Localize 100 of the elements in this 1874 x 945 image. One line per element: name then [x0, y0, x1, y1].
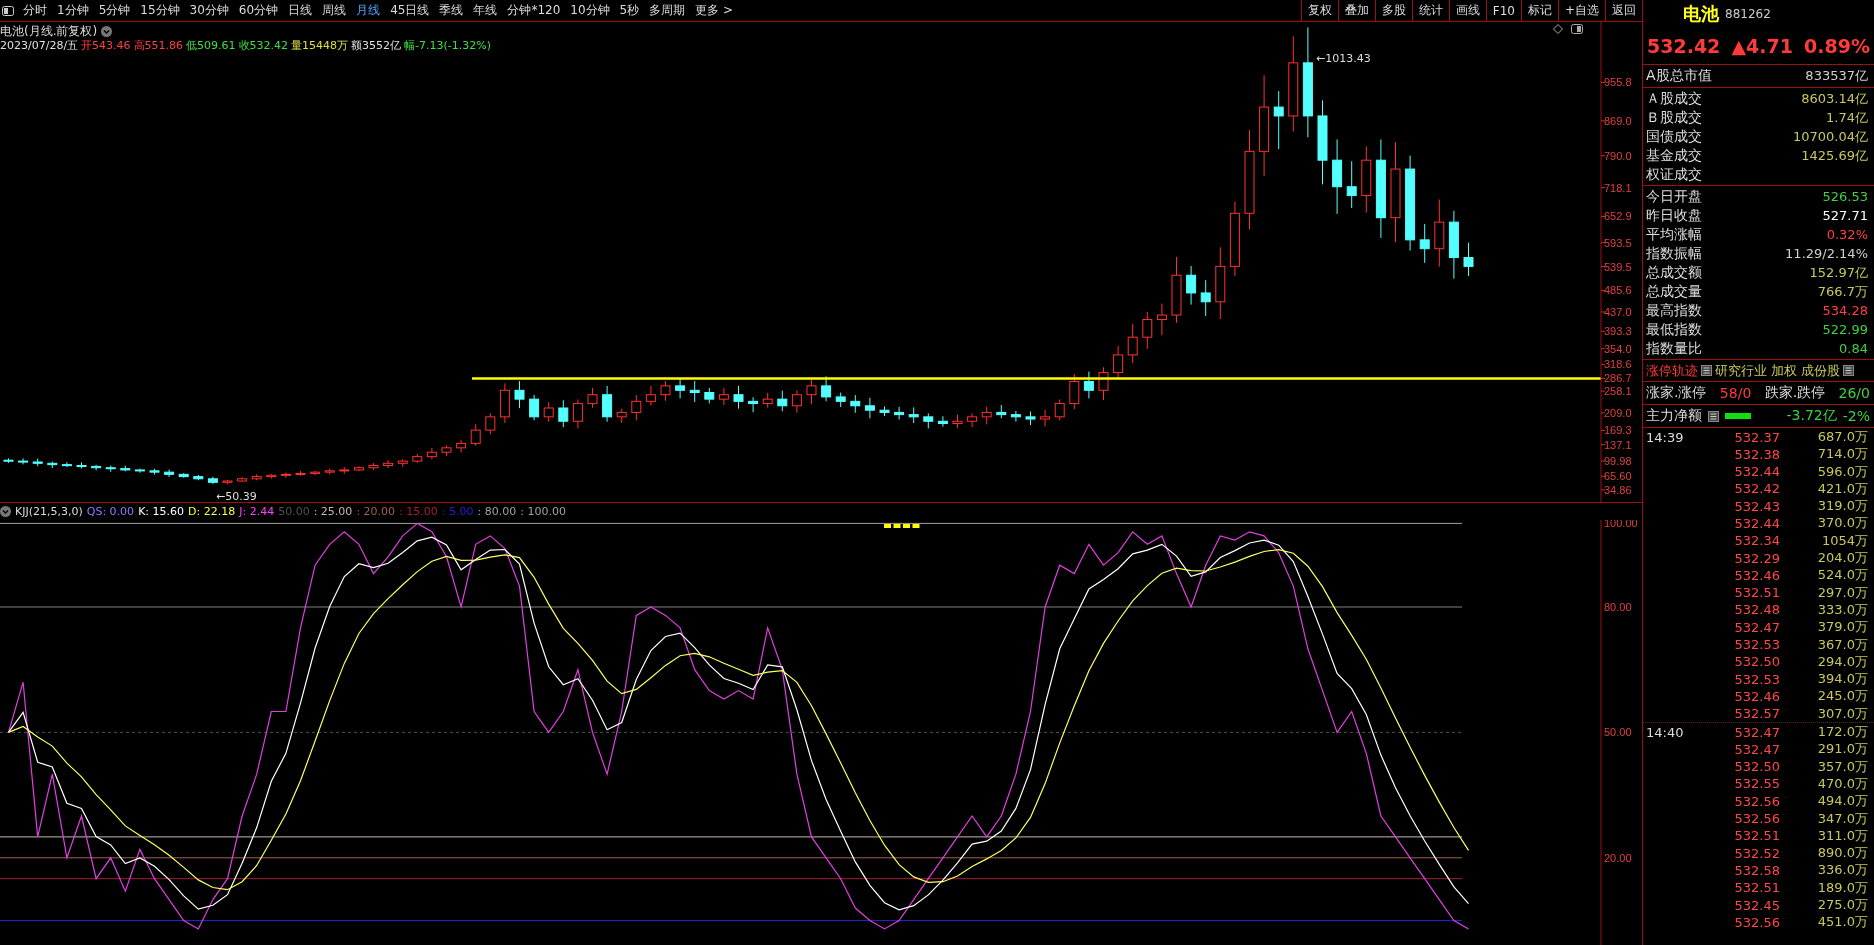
dropdown-icon[interactable]	[101, 26, 113, 37]
quote-value: 幅-7.13(-1.32%)	[404, 38, 492, 53]
panel-toggle-icon[interactable]	[1571, 24, 1583, 34]
period-tab[interactable]: 5分钟	[93, 0, 136, 21]
price-axis-label: 354.0	[1604, 342, 1632, 355]
candle	[1200, 279, 1211, 317]
tick-price: 532.47	[1734, 619, 1780, 635]
candle	[1463, 242, 1474, 277]
stat-label: 跌家.跌停	[1764, 384, 1826, 402]
toolbar-button[interactable]: 统计	[1411, 0, 1449, 21]
tick-volume: 451.0万	[1817, 913, 1868, 932]
tick-price: 532.56	[1734, 811, 1780, 827]
tick-price: 532.51	[1734, 828, 1780, 844]
period-tab[interactable]: 更多 >	[690, 0, 739, 21]
candle	[529, 394, 540, 421]
indicator-name: KJJ(21,5,3,0)	[15, 505, 83, 518]
indicator-value: : 25.00	[313, 505, 353, 518]
diamond-icon[interactable]	[1553, 24, 1563, 34]
panel-toggle-icon[interactable]	[2, 5, 14, 16]
tick-volume: 890.0万	[1817, 844, 1868, 863]
toolbar-button[interactable]: 复权	[1300, 0, 1338, 21]
indicator-axis-label: 80.00	[1604, 601, 1632, 613]
candle	[631, 394, 642, 421]
research-links[interactable]: 研究行业 加权 成份股	[1715, 361, 1841, 380]
limit-track-link[interactable]: 涨停轨迹	[1646, 361, 1698, 380]
period-tab[interactable]: 45日线	[385, 0, 435, 21]
candle	[660, 380, 671, 402]
period-tab[interactable]: 周线	[317, 0, 352, 21]
tick-price: 532.42	[1734, 481, 1780, 497]
toolbar-button[interactable]: F10	[1485, 0, 1521, 21]
stat-label: 国债成交	[1646, 127, 1702, 146]
stat-label: 总成交额	[1646, 263, 1702, 282]
tick-price: 532.46	[1734, 688, 1780, 704]
price-axis-label: 169.3	[1604, 424, 1632, 437]
indicator-value: QS: 0.00	[86, 505, 135, 518]
list-icon[interactable]	[1708, 410, 1719, 422]
tick-price: 532.37	[1734, 429, 1780, 445]
toolbar-button[interactable]: +自选	[1557, 0, 1605, 21]
price-axis-label: 539.5	[1604, 260, 1632, 273]
stat-label: 主力净额	[1646, 407, 1702, 425]
period-tab[interactable]: 5秒	[614, 0, 645, 21]
candle	[689, 380, 700, 403]
tick-time: 14:40	[1646, 724, 1685, 740]
candle	[412, 453, 423, 464]
candle	[339, 466, 350, 475]
tick-volume: 379.0万	[1817, 618, 1868, 637]
tick-volume: 394.0万	[1817, 670, 1868, 689]
tick-volume: 275.0万	[1817, 896, 1868, 914]
stat-value: 766.7万	[1817, 282, 1868, 301]
stat-label: 昨日收盘	[1646, 206, 1702, 225]
candle	[996, 404, 1007, 419]
candle	[762, 392, 773, 409]
period-tab[interactable]: 30分钟	[184, 0, 234, 21]
toolbar-button[interactable]: 标记	[1520, 0, 1558, 21]
period-tab[interactable]: 60分钟	[233, 0, 284, 21]
candle	[18, 457, 29, 465]
price-axis-label: 318.6	[1604, 358, 1632, 371]
candle	[1083, 371, 1094, 399]
period-tab[interactable]: 分时	[18, 0, 52, 21]
stat-value: -3.72亿	[1786, 407, 1837, 425]
period-tab[interactable]: 10分钟	[565, 0, 615, 21]
period-tab[interactable]: 月线	[351, 0, 386, 21]
candle	[61, 461, 72, 468]
period-tab[interactable]: 日线	[283, 0, 318, 21]
price-axis-label: 869.0	[1604, 114, 1632, 127]
candle	[266, 473, 277, 480]
toolbar-button[interactable]: 叠加	[1337, 0, 1375, 21]
tick-volume: 333.0万	[1817, 600, 1868, 619]
period-tab[interactable]: 分钟*120	[502, 0, 566, 21]
candle	[718, 387, 729, 406]
list-icon[interactable]	[1701, 365, 1712, 376]
index-name: 电池	[1683, 2, 1719, 26]
tick-volume: 357.0万	[1817, 757, 1868, 776]
tick-volume: 524.0万	[1817, 566, 1868, 585]
tick-price: 532.56	[1734, 914, 1780, 930]
tick-price: 532.56	[1734, 793, 1780, 809]
dropdown-icon[interactable]	[0, 506, 11, 517]
toolbar-button[interactable]: 多股	[1374, 0, 1412, 21]
toolbar-button[interactable]: 返回	[1605, 0, 1642, 21]
candle	[1361, 145, 1372, 214]
tick-volume: 687.0万	[1817, 428, 1868, 446]
indicator-value: : 5.00	[441, 505, 474, 518]
period-tab[interactable]: 1分钟	[52, 0, 94, 21]
tick-volume: 494.0万	[1817, 792, 1868, 811]
toolbar-button[interactable]: 画线	[1448, 0, 1486, 21]
quote-value: 额3552亿	[351, 38, 402, 53]
period-tab[interactable]: 多周期	[644, 0, 691, 21]
candle	[324, 468, 335, 475]
tick-price: 532.53	[1734, 637, 1780, 653]
period-tab[interactable]: 季线	[434, 0, 469, 21]
period-tab[interactable]: 年线	[468, 0, 503, 21]
candle	[1098, 366, 1109, 401]
price-axis-label: 137.1	[1604, 438, 1632, 451]
stat-value: 522.99	[1822, 322, 1868, 337]
list-icon[interactable]	[1843, 365, 1855, 376]
tick-volume: 311.0万	[1817, 826, 1868, 845]
candle	[981, 406, 992, 425]
period-tab[interactable]: 15分钟	[135, 0, 185, 21]
candle	[748, 396, 759, 413]
candle	[572, 399, 583, 429]
